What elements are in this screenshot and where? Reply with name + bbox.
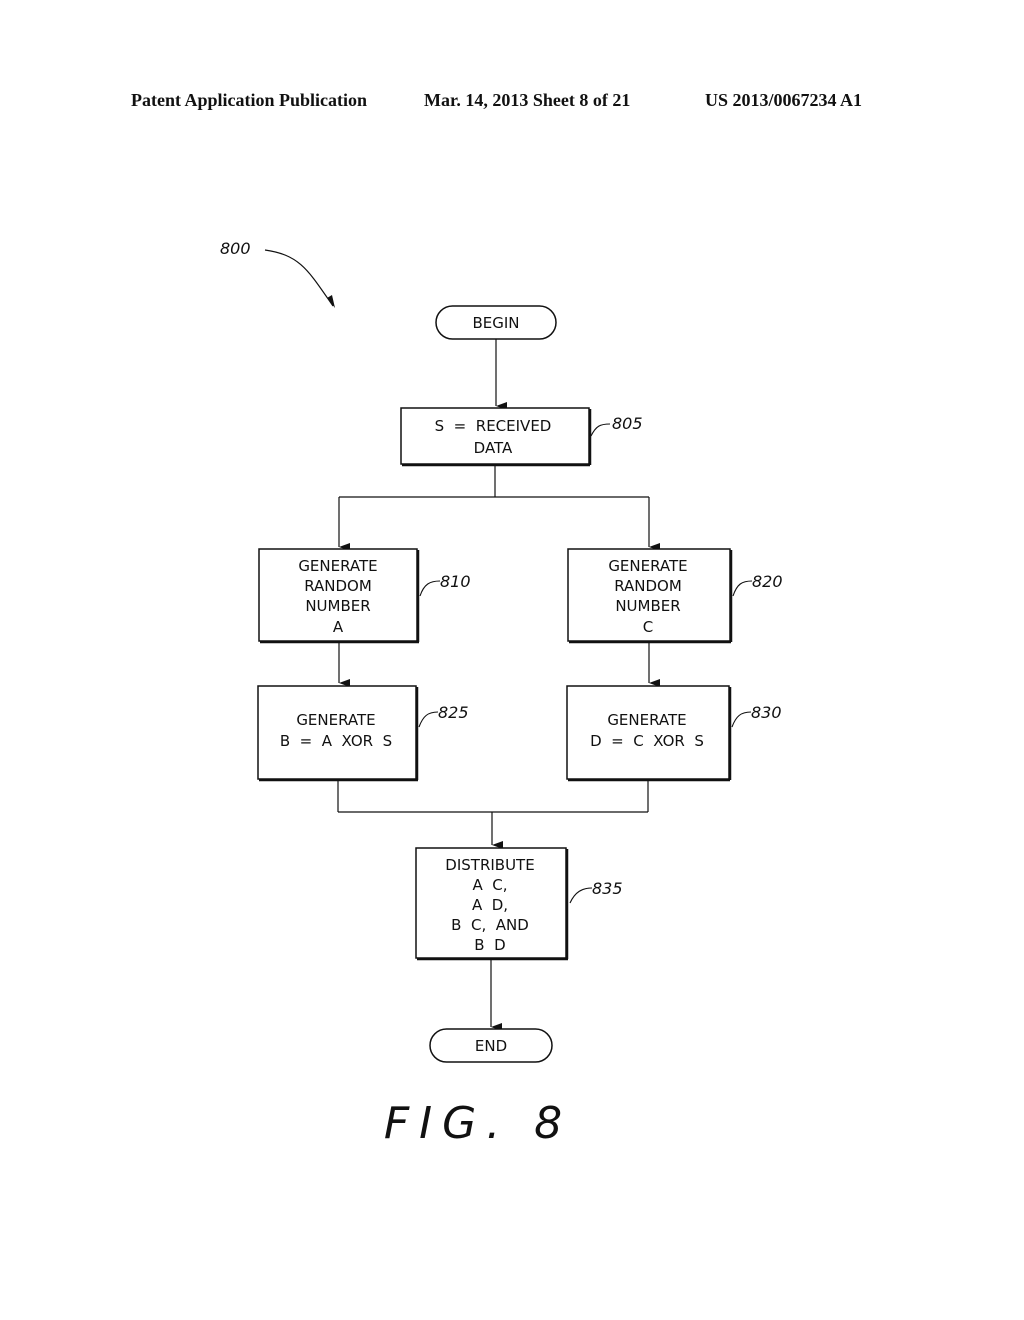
step-820-line-4: C (643, 618, 653, 636)
ref-820: 820 (752, 572, 783, 591)
step-805: S = RECEIVED DATA (400, 407, 592, 467)
ref-830: 830 (751, 703, 782, 722)
step-810-line-3: NUMBER (305, 597, 370, 615)
step-830-line-2: D = C XOR S (590, 732, 704, 750)
step-835-line-5: B D (474, 936, 505, 954)
leader-810 (419, 580, 441, 597)
step-820-line-2: RANDOM (614, 577, 682, 595)
flowchart: 800 BEGIN S = RECEIVED DATA 805 GENERATE… (220, 239, 783, 1149)
leader-805 (590, 423, 611, 437)
end-terminal: END (429, 1028, 553, 1063)
step-835: DISTRIBUTE A C, A D, B C, AND B D (415, 847, 569, 961)
begin-label: BEGIN (472, 314, 519, 332)
ref-805: 805 (612, 414, 643, 433)
end-label: END (475, 1037, 507, 1055)
ref-825: 825 (438, 703, 469, 722)
ref-835: 835 (592, 879, 623, 898)
step-830: GENERATE D = C XOR S (566, 685, 732, 782)
figure-label: FIG. 8 (384, 1098, 572, 1149)
step-810-line-4: A (333, 618, 344, 636)
leader-835 (569, 887, 593, 904)
step-820: GENERATE RANDOM NUMBER C (567, 548, 733, 644)
step-805-line-2: DATA (474, 439, 513, 457)
begin-terminal: BEGIN (435, 305, 557, 340)
step-835-line-1: DISTRIBUTE (445, 856, 534, 874)
leader-830 (731, 711, 752, 728)
step-805-line-1: S = RECEIVED (435, 417, 552, 435)
step-835-line-2: A C, (472, 876, 507, 894)
ref-810: 810 (440, 572, 471, 591)
leader-820 (732, 580, 753, 597)
ref-800: 800 (220, 239, 251, 258)
step-810: GENERATE RANDOM NUMBER A (258, 548, 420, 644)
step-825-line-1: GENERATE (296, 711, 375, 729)
leader-825 (418, 711, 439, 728)
step-810-line-2: RANDOM (304, 577, 372, 595)
step-810-line-1: GENERATE (298, 557, 377, 575)
step-825-line-2: B = A XOR S (280, 732, 392, 750)
step-835-line-4: B C, AND (451, 916, 529, 934)
step-820-line-1: GENERATE (608, 557, 687, 575)
step-830-line-1: GENERATE (607, 711, 686, 729)
ref-800-arrow (264, 249, 334, 307)
ref-800-arrowhead (327, 295, 335, 308)
step-825: GENERATE B = A XOR S (257, 685, 419, 782)
step-820-line-3: NUMBER (615, 597, 680, 615)
step-835-line-3: A D, (472, 896, 508, 914)
